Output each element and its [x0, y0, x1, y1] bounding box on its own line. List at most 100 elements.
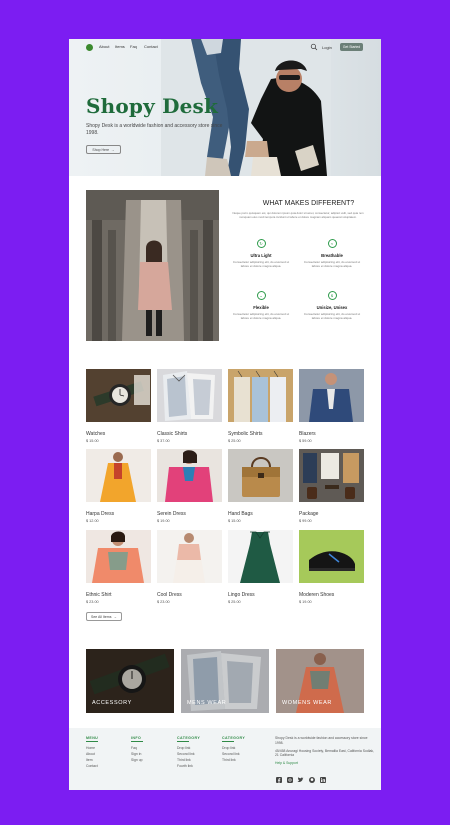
product-card[interactable]: Moderen Shoes $ 19.00 [299, 530, 364, 604]
nav-faq[interactable]: Faq [130, 44, 137, 49]
twitter-icon[interactable] [297, 776, 304, 783]
features-title: WHAT MAKES DIFFERENT? [262, 200, 355, 207]
help-support-link[interactable]: Help & Support [275, 761, 375, 766]
product-name: Lingo Dress [228, 592, 255, 598]
category-label: WOMENS WEAR [282, 700, 332, 706]
search-icon[interactable] [310, 43, 318, 51]
product-card[interactable]: Watches $ 15.00 [86, 369, 151, 443]
product-price: $ 25.00 [228, 600, 241, 604]
product-image [157, 449, 222, 502]
instagram-icon[interactable] [286, 776, 293, 783]
product-name: Classic Shirts [157, 431, 188, 437]
category-mens-wear[interactable]: MENS WEAR [181, 649, 269, 713]
product-name: Cool Dress [157, 592, 182, 598]
product-name: Harpa Dress [86, 511, 115, 517]
nav-contact[interactable]: Contact [144, 44, 158, 49]
product-name: Package [299, 511, 319, 517]
category-womens-wear[interactable]: WOMENS WEAR [276, 649, 364, 713]
shop-here-label: Shop Here [92, 147, 110, 152]
product-name: Symbolic Shirts [228, 431, 263, 437]
product-card[interactable]: Ethnic Shirt $ 23.00 [86, 530, 151, 604]
hero-subtitle: Shopy Desk is a worldwide fashion and ac… [86, 123, 223, 136]
divider [177, 741, 189, 742]
product-image [228, 449, 293, 502]
product-image [157, 530, 222, 583]
divider [222, 741, 234, 742]
footer-link[interactable]: Contact [86, 763, 98, 769]
feature-desc: Consectetur adipisicing elit, do eiusmod… [303, 312, 361, 320]
linkedin-icon[interactable] [319, 776, 326, 783]
product-name: Moderen Shoes [299, 592, 335, 598]
product-image [299, 449, 364, 502]
see-all-items-button[interactable]: See All Items → [86, 612, 122, 621]
landing-page: About Items Faq Contact Login Get Starte… [69, 39, 381, 790]
shop-here-button[interactable]: Shop Here → [86, 145, 121, 154]
category-label: ACCESSORY [92, 700, 132, 706]
nav-items[interactable]: Items [115, 44, 125, 49]
product-name: Serein Dress [157, 511, 186, 517]
footer-category-column-2: CATEGORY Drop link Second link Third lin… [222, 736, 245, 763]
product-image [228, 369, 293, 422]
product-card[interactable]: Harpa Dress $ 12.00 [86, 449, 151, 523]
product-card[interactable]: Cool Dress $ 23.00 [157, 530, 222, 604]
hero-section: About Items Faq Contact Login Get Starte… [69, 39, 381, 176]
divider [86, 741, 98, 742]
footer-menu-column: MENU Home About Item Contact [86, 736, 98, 769]
feature-title: Unisize, Unisex [316, 305, 348, 310]
divider [131, 741, 143, 742]
footer-info-column: INFO Faq Sign in Sign up [131, 736, 143, 763]
facebook-icon[interactable] [275, 776, 282, 783]
product-name: Blazers [299, 431, 316, 437]
footer-link[interactable]: Third link [222, 757, 245, 763]
product-card[interactable]: Blazers $ 59.00 [299, 369, 364, 443]
product-price: $ 12.00 [86, 519, 99, 523]
product-name: Hand Bags [228, 511, 253, 517]
feature-card: ≈ Breathable Consectetur adipisicing eli… [303, 239, 361, 268]
feature-desc: Consectetur adipisicing elit, do eiusmod… [232, 312, 290, 320]
featured-model-photo [86, 190, 219, 341]
product-image [86, 530, 151, 583]
category-label: MENS WEAR [187, 700, 227, 706]
social-links [275, 776, 326, 783]
feature-card: ↻ Ultra Light Consectetur adipisicing el… [232, 239, 290, 268]
feature-card: $ Unisize, Unisex Consectetur adipisicin… [303, 291, 361, 320]
product-price: $ 19.00 [299, 600, 312, 604]
product-card[interactable]: Hand Bags $ 15.00 [228, 449, 293, 523]
product-card[interactable]: Symbolic Shirts $ 25.00 [228, 369, 293, 443]
product-price: $ 23.00 [157, 600, 170, 604]
github-icon[interactable] [308, 776, 315, 783]
product-price: $ 19.00 [157, 519, 170, 523]
product-card[interactable]: Package $ 99.00 [299, 449, 364, 523]
product-image [86, 449, 151, 502]
product-price: $ 25.00 [228, 439, 241, 443]
category-accessory[interactable]: ACCESSORY [86, 649, 174, 713]
feature-desc: Consectetur adipisicing elit, do eiusmod… [303, 260, 361, 268]
footer-link[interactable]: Fourth link [177, 763, 200, 769]
product-card[interactable]: Classic Shirts $ 37.00 [157, 369, 222, 443]
logo-icon[interactable] [86, 44, 93, 51]
product-price: $ 15.00 [228, 519, 241, 523]
feature-title: Breathable [321, 253, 343, 258]
circle-arrow-icon: ↻ [256, 239, 266, 248]
login-link[interactable]: Login [322, 45, 332, 50]
product-name: Ethnic Shirt [86, 592, 112, 598]
product-card[interactable]: Serein Dress $ 19.00 [157, 449, 222, 523]
footer-link[interactable]: Sign up [131, 757, 143, 763]
wind-icon: ≈ [327, 239, 337, 248]
footer-address: 45/458 Anuragi Housing Society, Bemallia… [275, 748, 375, 758]
footer-category-column: CATEGORY Drop link Second link Third lin… [177, 736, 200, 769]
product-image [299, 369, 364, 422]
product-card[interactable]: Lingo Dress $ 25.00 [228, 530, 293, 604]
footer-about-text: Shopy Desk is a worldwide fashion and ac… [275, 736, 368, 745]
product-image [228, 530, 293, 583]
nav-about[interactable]: About [99, 44, 109, 49]
footer-column-title: CATEGORY [222, 736, 246, 740]
product-price: $ 99.00 [299, 519, 312, 523]
product-image [299, 530, 364, 583]
product-name: Watches [86, 431, 106, 437]
footer-about: Shopy Desk is a worldwide fashion and ac… [275, 736, 375, 766]
product-price: $ 59.00 [299, 439, 312, 443]
get-started-button[interactable]: Get Started [340, 43, 363, 51]
feature-title: Flexible [253, 305, 269, 310]
product-price: $ 15.00 [86, 439, 99, 443]
